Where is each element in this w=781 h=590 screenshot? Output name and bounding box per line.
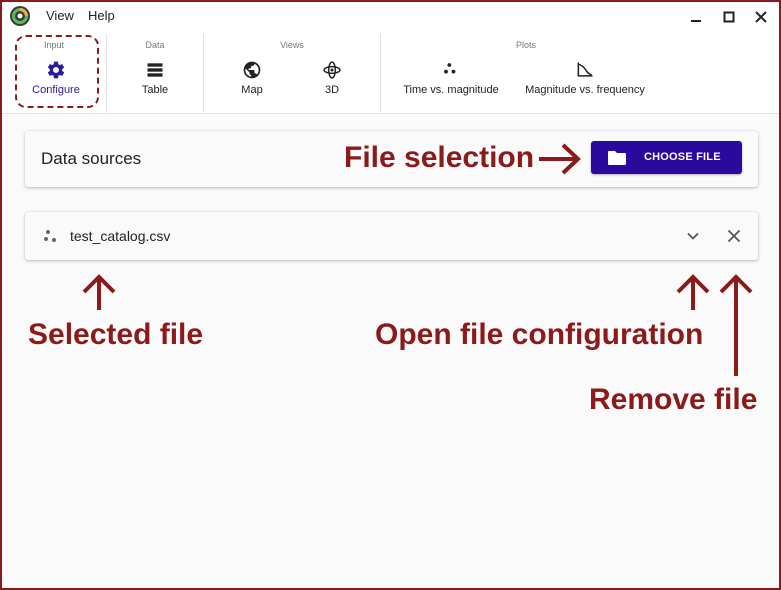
ribbon-toolbar: Input Configure Data Table Views Map 3D … [2,32,779,114]
orbit-3d-icon [323,61,341,79]
map-button[interactable]: Map [220,60,284,96]
globe-icon [243,61,261,79]
folder-icon [608,151,626,165]
group-data: Data Table [107,32,203,113]
file-name: test_catalog.csv [70,228,171,244]
menu-view[interactable]: View [46,8,74,23]
annotation-open-file-configuration: Open file configuration [375,318,704,351]
table-button[interactable]: Table [123,60,187,96]
group-plots: Plots Time vs. magnitude Magnitude vs. f… [381,32,671,113]
maximize-icon[interactable] [719,7,739,27]
curve-icon [577,62,593,77]
close-icon[interactable] [725,227,743,245]
minimize-icon[interactable] [686,7,706,27]
arrow-up-icon [676,274,710,310]
group-title-views: Views [280,40,304,50]
chevron-down-icon[interactable] [684,227,702,245]
close-window-icon[interactable] [751,7,771,27]
arrow-up-icon [719,274,753,376]
3d-label: 3D [324,84,340,96]
table-icon [147,63,163,77]
annotation-remove-file: Remove file [589,383,758,416]
title-bar: View Help [2,2,779,32]
app-window: View Help Input Configure Data Table Vie… [0,0,781,590]
selected-file-card[interactable]: test_catalog.csv [25,212,758,260]
annotation-file-selection: File selection [344,141,535,174]
3d-button[interactable]: 3D [300,60,364,96]
annotation-selected-file: Selected file [28,318,204,351]
map-label: Map [241,84,263,96]
menu-help[interactable]: Help [88,8,115,23]
magnitude-vs-frequency-button[interactable]: Magnitude vs. frequency [519,60,651,96]
group-views: Views Map 3D [204,32,380,113]
table-label: Table [141,84,169,96]
choose-file-label: CHOOSE FILE [644,151,721,163]
group-title-plots: Plots [515,40,536,50]
configure-highlight [15,35,99,108]
choose-file-button[interactable]: CHOOSE FILE [591,141,742,174]
arrow-up-icon [82,274,116,310]
arrow-right-icon [539,143,581,175]
data-sources-title: Data sources [41,149,142,168]
time-vs-magnitude-label: Time vs. magnitude [403,84,499,96]
scatter-icon [444,63,456,74]
group-input: Input Configure [2,32,106,113]
group-title-data: Data [145,40,165,50]
magnitude-vs-frequency-label: Magnitude vs. frequency [525,84,645,96]
app-logo-icon [10,6,30,26]
time-vs-magnitude-button[interactable]: Time vs. magnitude [399,60,503,96]
scatter-icon [44,230,56,242]
